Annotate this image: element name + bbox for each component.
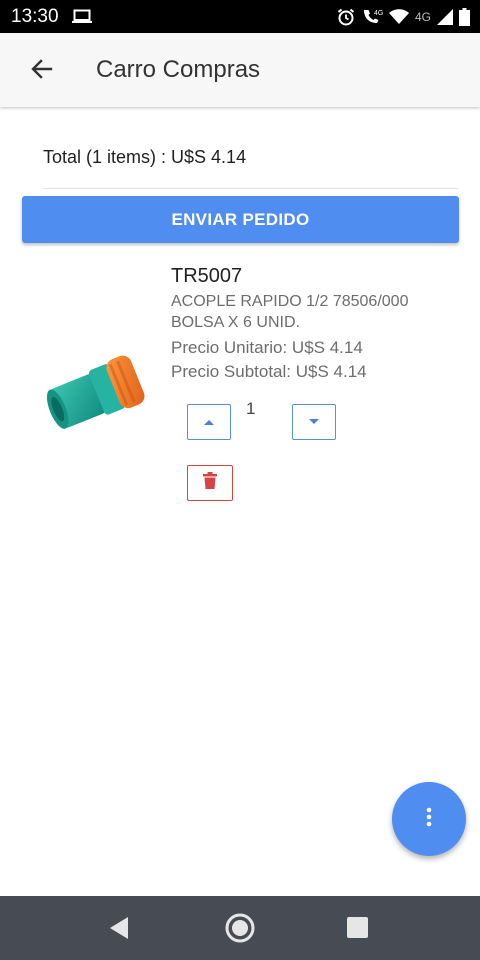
product-image bbox=[40, 340, 150, 445]
chevron-up-icon bbox=[203, 413, 215, 431]
status-icons: 4G 4G bbox=[337, 6, 470, 28]
battery-icon bbox=[459, 8, 470, 26]
laptop-icon bbox=[72, 9, 92, 29]
back-arrow-icon bbox=[30, 57, 54, 86]
quantity-increase-button[interactable] bbox=[187, 404, 231, 440]
chevron-down-icon bbox=[308, 413, 320, 431]
unit-price: Precio Unitario: U$S 4.14 bbox=[171, 338, 363, 357]
divider bbox=[43, 188, 458, 189]
quantity-value: 1 bbox=[246, 399, 256, 418]
more-vertical-icon bbox=[426, 807, 432, 832]
nav-home-icon[interactable] bbox=[224, 912, 256, 949]
page-title: Carro Compras bbox=[96, 56, 261, 83]
network-type-label: 4G bbox=[414, 10, 431, 24]
nav-recents-icon[interactable] bbox=[347, 917, 368, 943]
nav-back-icon[interactable] bbox=[108, 916, 130, 945]
svg-text:4G: 4G bbox=[374, 10, 383, 17]
send-order-button[interactable]: ENVIAR PEDIDO bbox=[22, 196, 459, 243]
navigation-bar bbox=[0, 896, 480, 960]
app-bar: Carro Compras bbox=[0, 33, 480, 107]
product-description: ACOPLE RAPIDO 1/2 78506/000 BOLSA X 6 UN… bbox=[171, 293, 409, 331]
wifi-calling-icon: 4G bbox=[361, 8, 383, 26]
delete-item-button[interactable] bbox=[187, 465, 233, 501]
quantity-decrease-button[interactable] bbox=[292, 404, 336, 440]
wifi-icon bbox=[388, 9, 409, 25]
more-options-fab[interactable] bbox=[392, 782, 466, 856]
trash-icon bbox=[203, 472, 217, 494]
cart-total: Total (1 items) : U$S 4.14 bbox=[43, 147, 247, 167]
alarm-icon bbox=[337, 8, 355, 26]
product-code: TR5007 bbox=[171, 265, 243, 287]
status-bar: 13:30 4G 4G bbox=[0, 0, 480, 33]
status-time: 13:30 bbox=[11, 6, 59, 27]
subtotal-price: Precio Subtotal: U$S 4.14 bbox=[171, 362, 367, 381]
signal-icon bbox=[437, 9, 453, 25]
back-button[interactable] bbox=[22, 51, 62, 91]
